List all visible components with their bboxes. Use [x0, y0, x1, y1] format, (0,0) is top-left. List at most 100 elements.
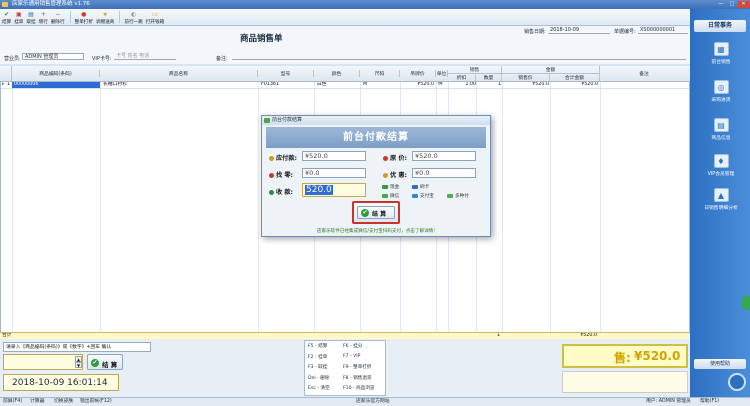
- col-code[interactable]: 商品编码(条码): [12, 70, 100, 77]
- toolbar-button-8[interactable]: ▭ 打开钱箱: [146, 9, 164, 25]
- grid-header: 商品编码(条码) 商品名称 型号 颜色 尺码 吊牌价 单位 销售 折扣 数量 金…: [0, 66, 690, 82]
- toolbar-icon: −: [55, 11, 61, 18]
- toolbar-button-1[interactable]: ▣ 挂单: [14, 9, 23, 25]
- status-skin[interactable]: 切换皮肤: [54, 398, 73, 406]
- cell-model[interactable]: F01361: [261, 82, 311, 88]
- toolbar-button-5[interactable]: ● 整单打折: [75, 9, 93, 25]
- remark-input[interactable]: [232, 53, 686, 60]
- table-row[interactable]: ▸ 1 00000006 长袖口衬衫 F01361 白色 M ¥520.0 件 …: [1, 82, 689, 89]
- salesman-select[interactable]: ADMIN 管理员: [22, 53, 84, 60]
- dialog-settle-button[interactable]: ✔ 结 算: [352, 201, 400, 224]
- toolbar-label: 挂单: [14, 20, 24, 25]
- help-tab[interactable]: 使用帮助: [694, 359, 746, 369]
- sidebar-item-4[interactable]: ▲ 日销售明细分析: [698, 188, 744, 211]
- toolbar-button-6[interactable]: ★ 调赠送商: [96, 9, 114, 25]
- barcode-input[interactable]: [3, 354, 83, 370]
- cell-size[interactable]: M: [363, 82, 393, 88]
- side-handle[interactable]: [742, 296, 750, 310]
- cell-sale-price[interactable]: ¥520.0: [504, 82, 549, 88]
- assistant-icon[interactable]: [728, 373, 746, 391]
- minimize-button[interactable]: —: [716, 1, 726, 8]
- toolbar-label: 整单打折: [74, 20, 93, 25]
- remark-label: 备注:: [216, 56, 228, 62]
- coin-icon: [269, 155, 274, 161]
- col-size[interactable]: 尺码: [360, 70, 400, 77]
- col-model[interactable]: 型号: [258, 70, 314, 77]
- shortcut-item: F5 - 结算: [308, 344, 328, 349]
- toolbar-button-0[interactable]: ✔ 结算: [2, 9, 11, 25]
- toolbar-button-3[interactable]: + 增行: [39, 9, 48, 25]
- col-name[interactable]: 商品名称: [100, 70, 258, 77]
- discount-label: 优 惠:: [383, 170, 407, 179]
- order-no-label: 单据编号:: [614, 29, 636, 35]
- due-label: 应付款:: [269, 153, 297, 162]
- spin-down-icon[interactable]: ▼: [75, 362, 82, 368]
- status-prev-screen[interactable]: 前屏(F4): [3, 398, 22, 406]
- sidebar-item-1[interactable]: ◎ 采购进货: [698, 80, 744, 103]
- toolbar-button-2[interactable]: ▤ 取挂: [26, 9, 35, 25]
- cell-code[interactable]: 00000006: [12, 82, 100, 88]
- sidebar-item-3[interactable]: ♦ VIP会员管理: [698, 154, 744, 177]
- pay-method-label: 支付宝: [420, 194, 434, 199]
- grid-column-line: [12, 82, 13, 332]
- total-display: 售: ¥520.0: [562, 344, 688, 368]
- col-subtotal[interactable]: 合计金额: [550, 74, 600, 81]
- cell-price[interactable]: ¥520.0: [403, 82, 434, 88]
- cell-unit[interactable]: 件: [438, 82, 448, 88]
- toolbar-button-4[interactable]: − 删除行: [51, 9, 65, 25]
- maximize-button[interactable]: □: [727, 1, 737, 8]
- col-price[interactable]: 吊牌价: [400, 70, 436, 77]
- toolbar-icon: ★: [102, 11, 108, 18]
- pay-method-4[interactable]: 多种付: [447, 193, 469, 199]
- col-remark[interactable]: 备注: [600, 70, 688, 77]
- status-help[interactable]: 帮助(F1): [700, 398, 719, 406]
- dialog-tip[interactable]: 店家乐软件已经集成微信/支付宝扫码支付，点击了解详情!: [262, 228, 490, 234]
- cell-remark[interactable]: [602, 82, 688, 88]
- cell-subtotal[interactable]: ¥520.0: [552, 82, 598, 88]
- col-discount[interactable]: 折扣: [448, 74, 476, 81]
- col-qty[interactable]: 数量: [476, 74, 502, 81]
- received-input[interactable]: 520.0: [302, 183, 366, 197]
- sidebar-item-0[interactable]: ▦ 前台销售: [698, 42, 744, 65]
- pay-method-2[interactable]: 微信: [382, 193, 399, 199]
- status-calculator[interactable]: 计算器: [30, 398, 44, 406]
- bottom-settle-button[interactable]: ✔ 结 算: [87, 354, 123, 370]
- col-color[interactable]: 颜色: [314, 70, 360, 77]
- status-lock[interactable]: 锁出前帐(F12): [80, 398, 112, 406]
- sidebar-item-label: 商品信息: [711, 136, 731, 141]
- payment-dialog: 前台付款结算 前台付款结算 应付款: ¥520.0 原 价: ¥520.0 找 …: [261, 115, 491, 237]
- datetime-display: 2018-10-09 16:01:14: [3, 374, 119, 391]
- vip-input[interactable]: 卡号 姓名 电话: [114, 53, 176, 60]
- col-unit[interactable]: 单位: [436, 70, 448, 77]
- cell-name[interactable]: 长袖口衬衫: [103, 82, 253, 88]
- sidebar-header[interactable]: 日常事务: [694, 20, 746, 32]
- pay-method-0[interactable]: 现金: [382, 184, 399, 190]
- total-value: ¥520.0: [634, 349, 681, 363]
- pay-method-label: 多种付: [455, 194, 469, 199]
- pay-method-1[interactable]: 刷卡: [412, 184, 429, 190]
- col-group-sale: 销售: [448, 66, 502, 74]
- orig-price-label: 原 价:: [383, 153, 407, 162]
- discount-field[interactable]: ¥0.0: [412, 168, 476, 178]
- dialog-title: 前台付款结算: [272, 117, 303, 123]
- sidebar-item-2[interactable]: ▤ 商品信息: [698, 118, 744, 141]
- toolbar-icon: ●: [81, 11, 87, 18]
- window-titlebar: 店家乐通用销售管理系统 v1.76: [0, 0, 750, 9]
- cell-qty[interactable]: 1: [478, 82, 501, 88]
- check-icon: ✔: [91, 359, 99, 367]
- toolbar-icon: +: [40, 11, 46, 18]
- dialog-settle-label: 结 算: [372, 211, 387, 218]
- date-field[interactable]: 2018-10-09: [548, 27, 610, 34]
- col-sale-price[interactable]: 销售价: [502, 74, 550, 81]
- toolbar-icon: ✔: [4, 11, 10, 18]
- received-label: 收 款:: [269, 187, 293, 196]
- close-button[interactable]: ✕: [738, 1, 749, 8]
- sidebar-item-label: 日销售明细分析: [704, 206, 738, 211]
- shortcut-item: F9 - 整单打折: [343, 365, 372, 370]
- cell-discount[interactable]: 1.00: [450, 82, 476, 88]
- status-website[interactable]: 店家乐官方网站: [356, 398, 390, 406]
- toolbar-button-7[interactable]: ◐ 前行一跳: [124, 9, 142, 25]
- pay-method-3[interactable]: 支付宝: [412, 193, 434, 199]
- grid-column-line: [258, 82, 259, 332]
- cell-color[interactable]: 白色: [317, 82, 357, 88]
